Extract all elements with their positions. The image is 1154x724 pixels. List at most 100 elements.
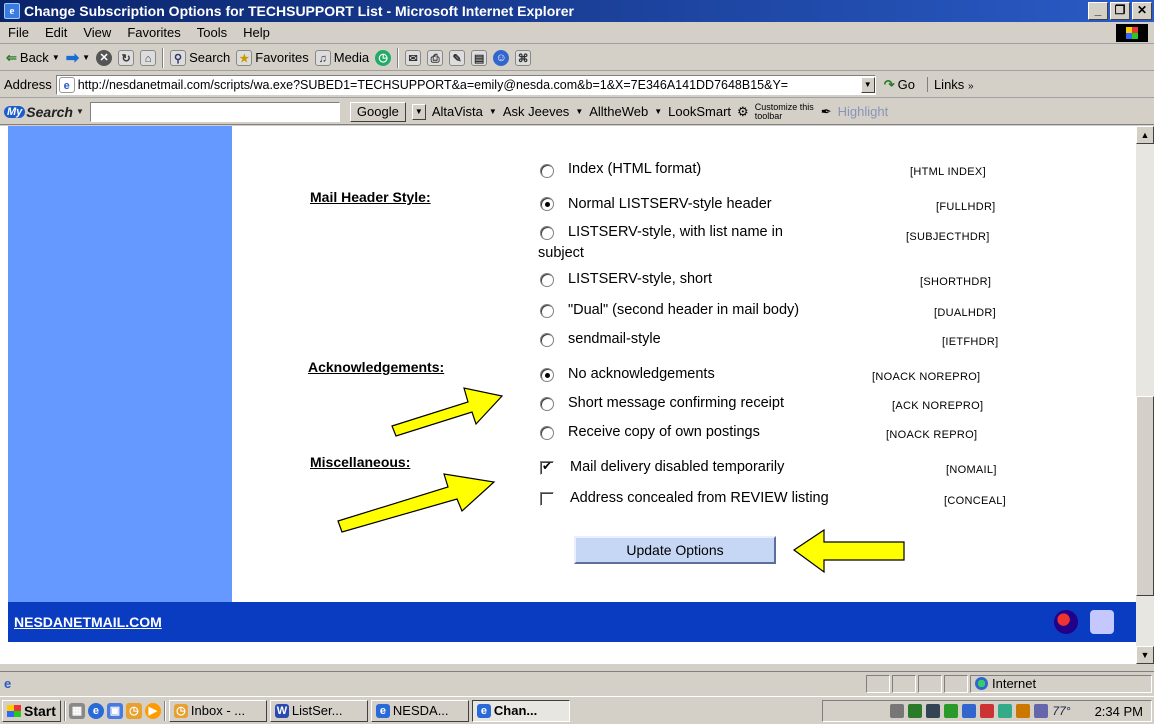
forward-arrow-icon: ➡	[65, 49, 80, 67]
language-icon[interactable]	[908, 704, 923, 718]
start-button[interactable]: Start	[2, 699, 61, 722]
radio-subjecthdr[interactable]	[540, 226, 554, 240]
search-input[interactable]	[89, 101, 340, 122]
option-code: [HTML INDEX]	[910, 166, 986, 178]
menu-view[interactable]: View	[75, 25, 119, 40]
scroll-down-icon[interactable]: ▼	[1136, 646, 1154, 664]
go-button[interactable]: ↷ Go	[884, 77, 915, 93]
s-logo-icon[interactable]	[1054, 610, 1078, 634]
address-input[interactable]: e http://nesdanetmail.com/scripts/wa.exe…	[55, 74, 876, 95]
radio-dualhdr[interactable]	[540, 304, 554, 318]
research-icon[interactable]: ⌘	[515, 49, 532, 66]
radio-html-index[interactable]	[540, 164, 554, 178]
radio-fullhdr[interactable]	[540, 197, 554, 211]
restore-button[interactable]: ❐	[1110, 2, 1130, 20]
askjeeves-link[interactable]: Ask Jeeves	[503, 104, 569, 119]
looksmart-link[interactable]: LookSmart	[668, 104, 731, 119]
outlook-quicklaunch-icon[interactable]: ◷	[125, 702, 142, 719]
favorites-button[interactable]: ★ Favorites	[236, 49, 309, 66]
network-tray-icon[interactable]	[962, 704, 977, 718]
clock-tray-icon[interactable]	[1016, 704, 1031, 718]
search-button[interactable]: ⚲ Search	[170, 49, 230, 66]
my-search-button[interactable]: My Search ▼	[4, 104, 84, 120]
menu-favorites[interactable]: Favorites	[119, 25, 188, 40]
bookmark-icon[interactable]	[1090, 610, 1114, 634]
task-change-options[interactable]: e Chan...	[471, 699, 570, 722]
volume-icon[interactable]	[890, 704, 905, 718]
customize-toolbar-link[interactable]: Customize this toolbar	[755, 102, 815, 121]
radio-shorthdr[interactable]	[540, 273, 554, 287]
task-inbox[interactable]: ◷ Inbox - ...	[168, 699, 267, 722]
option-label: Address concealed from REVIEW listing	[570, 490, 829, 506]
status-cell	[918, 674, 942, 693]
radio-noack-repro[interactable]	[540, 426, 554, 440]
home-icon[interactable]: ⌂	[140, 49, 157, 66]
option-code: [DUALHDR]	[934, 307, 996, 319]
links-button[interactable]: Links »	[926, 77, 974, 92]
messenger-icon[interactable]: ☺	[493, 49, 510, 66]
messenger-tray-icon[interactable]	[944, 704, 959, 718]
arrow-update-button-icon	[792, 528, 905, 574]
word-icon: W	[274, 703, 289, 718]
option-label: Index (HTML format)	[568, 161, 702, 177]
status-cell	[892, 674, 916, 693]
mail-tray-icon[interactable]	[1034, 704, 1049, 718]
show-desktop-icon[interactable]: ▦	[68, 702, 85, 719]
scroll-up-icon[interactable]: ▲	[1136, 126, 1154, 144]
address-dropdown-button[interactable]: ▼	[860, 76, 875, 93]
menu-edit[interactable]: Edit	[37, 25, 75, 40]
radio-noack-norepro[interactable]	[540, 368, 554, 382]
footer-site-link[interactable]: NESDANETMAIL.COM	[14, 614, 162, 630]
option-label: Mail delivery disabled temporarily	[570, 459, 785, 475]
system-tray: 77° 2:34 PM	[822, 700, 1152, 722]
google-button[interactable]: Google	[349, 101, 406, 122]
minimize-button[interactable]: _	[1088, 2, 1108, 20]
task-listserv[interactable]: W ListSer...	[269, 699, 368, 722]
option-code: [ACK NOREPRO]	[892, 400, 984, 412]
google-dropdown-button[interactable]: ▼	[411, 103, 426, 120]
checkbox-nomail[interactable]	[540, 459, 554, 475]
search-icon: ⚲	[170, 49, 187, 66]
scroll-thumb[interactable]	[1136, 396, 1154, 596]
update-tray-icon[interactable]	[998, 704, 1013, 718]
vertical-scrollbar[interactable]: ▲ ▼	[1136, 126, 1154, 664]
option-label: LISTSERV-style, short	[568, 271, 712, 287]
menu-tools[interactable]: Tools	[189, 25, 235, 40]
task-nesda[interactable]: e NESDA...	[370, 699, 469, 722]
close-button[interactable]: ✕	[1132, 2, 1152, 20]
edit-icon[interactable]: ✎	[449, 49, 466, 66]
option-label-continued: subject	[538, 245, 584, 261]
radio-ietfhdr[interactable]	[540, 333, 554, 347]
altavista-link[interactable]: AltaVista	[432, 104, 483, 119]
menu-file[interactable]: File	[0, 25, 37, 40]
menu-help[interactable]: Help	[235, 25, 278, 40]
network-icon[interactable]: ▣	[106, 702, 123, 719]
forward-button[interactable]: ➡ ▼	[66, 48, 90, 68]
option-code: [SHORTHDR]	[920, 276, 992, 288]
refresh-icon[interactable]: ↻	[118, 49, 135, 66]
my-search-logo-icon: My	[4, 105, 26, 118]
radio-ack-norepro[interactable]	[540, 397, 554, 411]
media-button[interactable]: ♫ Media	[314, 49, 369, 66]
chevron-down-icon: ▼	[654, 107, 663, 116]
ie-quicklaunch-icon[interactable]: e	[87, 702, 104, 719]
chevron-down-icon: ▼	[51, 53, 60, 62]
update-options-button[interactable]: Update Options	[574, 536, 776, 564]
footer-icons	[1054, 610, 1114, 634]
alltheweb-link[interactable]: AlltheWeb	[589, 104, 648, 119]
mail-icon[interactable]: ✉	[405, 49, 422, 66]
history-icon[interactable]: ◷	[375, 49, 392, 66]
highlight-button[interactable]: Highlight	[838, 104, 889, 119]
back-button[interactable]: ⇐ Back ▼	[6, 50, 60, 66]
ie-logo-icon: e	[4, 3, 20, 19]
discuss-icon[interactable]: ▤	[471, 49, 488, 66]
option-label: Receive copy of own postings	[568, 424, 760, 440]
security-zone: Internet	[970, 674, 1152, 693]
option-code: [CONCEAL]	[944, 495, 1006, 507]
print-icon[interactable]: ⎙	[427, 49, 444, 66]
media-player-icon[interactable]: ▶	[144, 702, 161, 719]
keyboard-icon[interactable]	[926, 704, 941, 718]
antivirus-tray-icon[interactable]	[980, 704, 995, 718]
stop-icon[interactable]: ✕	[96, 49, 113, 66]
checkbox-conceal[interactable]	[540, 492, 554, 506]
